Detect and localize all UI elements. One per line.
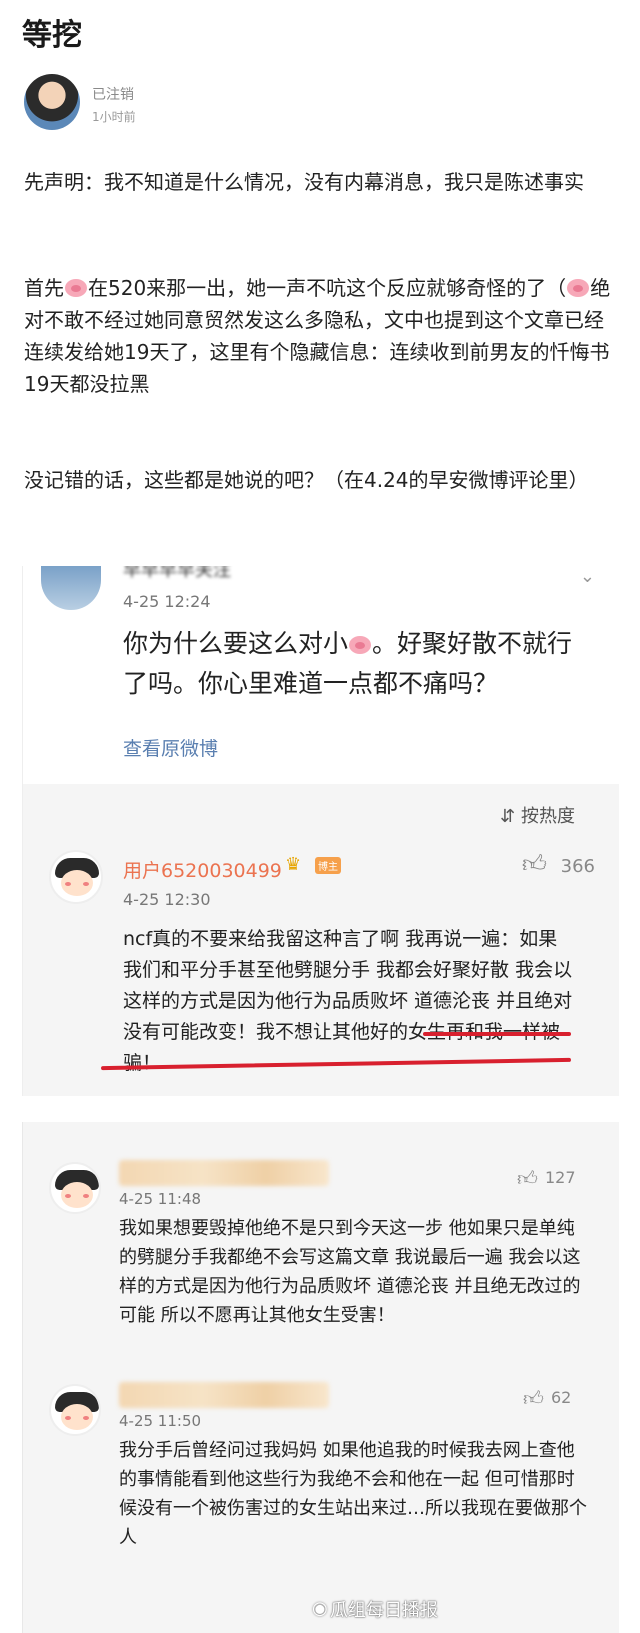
pig-emoji-icon	[349, 636, 372, 654]
like-count: 366	[560, 856, 595, 877]
paragraph-text: 首先	[24, 276, 64, 300]
embedded-screenshot-1: 早早早早关注 ⌄ 4-25 12:24 你为什么要这么对小 。好聚好散不就行了吗。…	[22, 566, 619, 1096]
post-time: 1小时前	[92, 110, 136, 124]
comment-time: 4-25 11:48	[119, 1190, 202, 1208]
comments-panel: ⇵ 按热度 用户6520030499 ♛ 博主 👍︎ 366 4-25 12:3…	[23, 784, 619, 1096]
red-underline	[423, 1032, 571, 1036]
author-avatar[interactable]	[24, 74, 80, 130]
chevron-down-icon[interactable]: ⌄	[580, 566, 595, 587]
post-title: 等挖	[22, 18, 82, 53]
view-original-link[interactable]: 查看原微博	[123, 734, 218, 761]
blurred-username[interactable]	[119, 1160, 329, 1186]
sort-button[interactable]: ⇵ 按热度	[500, 802, 575, 828]
comment-text: 我分手后曾经问过我妈妈 如果他追我的时候我去网上查他的事情能看到他这些行为我绝不…	[119, 1440, 587, 1548]
sort-label: 按热度	[521, 806, 575, 827]
author-name[interactable]: 已注销	[92, 84, 134, 104]
pig-emoji-icon	[65, 279, 87, 297]
blurred-username[interactable]	[119, 1382, 329, 1408]
author-badge: 博主	[315, 857, 341, 874]
thumbs-up-icon[interactable]: 👍︎	[522, 850, 547, 879]
weibo-content: 你为什么要这么对小 。好聚好散不就行了吗。你心里难道一点都不痛吗？	[123, 624, 593, 704]
like-count: 127	[545, 1168, 576, 1187]
like-count: 62	[551, 1388, 572, 1407]
commenter-avatar[interactable]	[49, 1162, 101, 1214]
thumbs-up-icon[interactable]: 👍︎	[517, 1166, 538, 1191]
weibo-logo-icon: ◉	[312, 1598, 328, 1619]
commenter-avatar[interactable]	[49, 850, 103, 904]
comment-time: 4-25 12:30	[123, 890, 211, 909]
post-paragraph-3: 没记错的话，这些都是她说的吧？（在4.24的早安微博评论里）	[24, 468, 589, 492]
post-paragraph-1: 先声明：我不知道是什么情况，没有内幕消息，我只是陈述事实	[24, 170, 584, 194]
comment-text: 我如果想要毁掉他绝不是只到今天这一步 他如果只是单纯的劈腿分手我都绝不会写这篇文…	[119, 1218, 581, 1326]
weibo-time: 4-25 12:24	[123, 592, 211, 611]
top-user-name[interactable]: 早早早早关注	[123, 566, 231, 582]
comment-time: 4-25 11:50	[119, 1412, 202, 1430]
crown-icon: ♛	[285, 854, 302, 875]
pig-emoji-icon	[567, 279, 590, 297]
watermark: 瓜组每日播报	[330, 1600, 438, 1621]
post-paragraph-2: 首先 在520来那一出，她一声不吭这个反应就够奇怪的了（ 绝对不敢不经过她同意贸然发…	[24, 272, 619, 400]
top-user-avatar[interactable]	[41, 566, 101, 610]
weibo-text: 你为什么要这么对小	[123, 629, 349, 658]
paragraph-text: 在520来那一出，她一声不吭这个反应就够奇怪的了（	[88, 276, 567, 300]
thumbs-up-icon[interactable]: 👍︎	[523, 1386, 544, 1411]
embedded-screenshot-2: 👍︎ 127 4-25 11:48 我如果想要毁掉他绝不是只到今天这一步 他如果…	[22, 1122, 619, 1633]
commenter-avatar[interactable]	[49, 1384, 101, 1436]
comment-text: ncf真的不要来给我留这种言了啊 我再说一遍：如果我们和平分手甚至他劈腿分手 我…	[123, 928, 573, 1074]
sort-icon: ⇵	[500, 806, 516, 827]
commenter-name[interactable]: 用户6520030499	[123, 856, 282, 883]
